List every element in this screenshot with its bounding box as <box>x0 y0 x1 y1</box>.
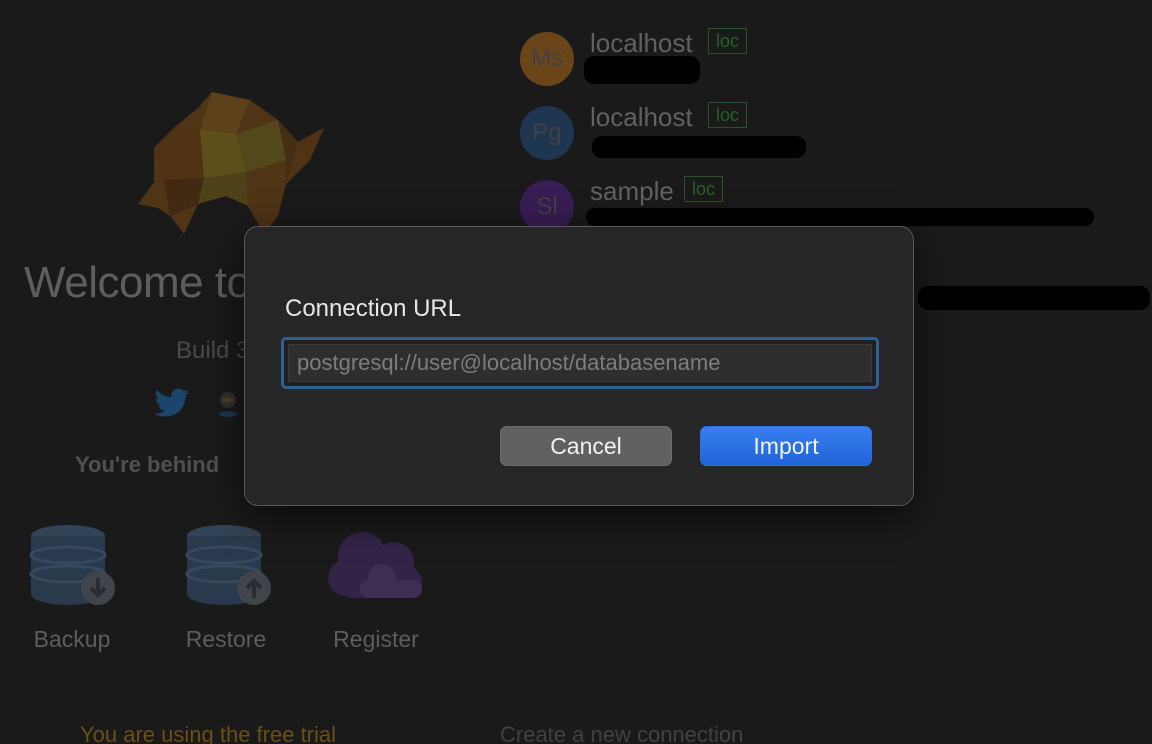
dialog-title: Connection URL <box>285 295 462 322</box>
app-window: Welcome to Build 3 You're behind Backup <box>0 0 1152 744</box>
url-focus-ring <box>281 337 879 389</box>
connection-url-dialog: Connection URL Cancel Import <box>244 226 914 506</box>
cancel-button[interactable]: Cancel <box>500 426 672 466</box>
connection-url-input[interactable] <box>288 344 872 382</box>
import-button[interactable]: Import <box>700 426 872 466</box>
